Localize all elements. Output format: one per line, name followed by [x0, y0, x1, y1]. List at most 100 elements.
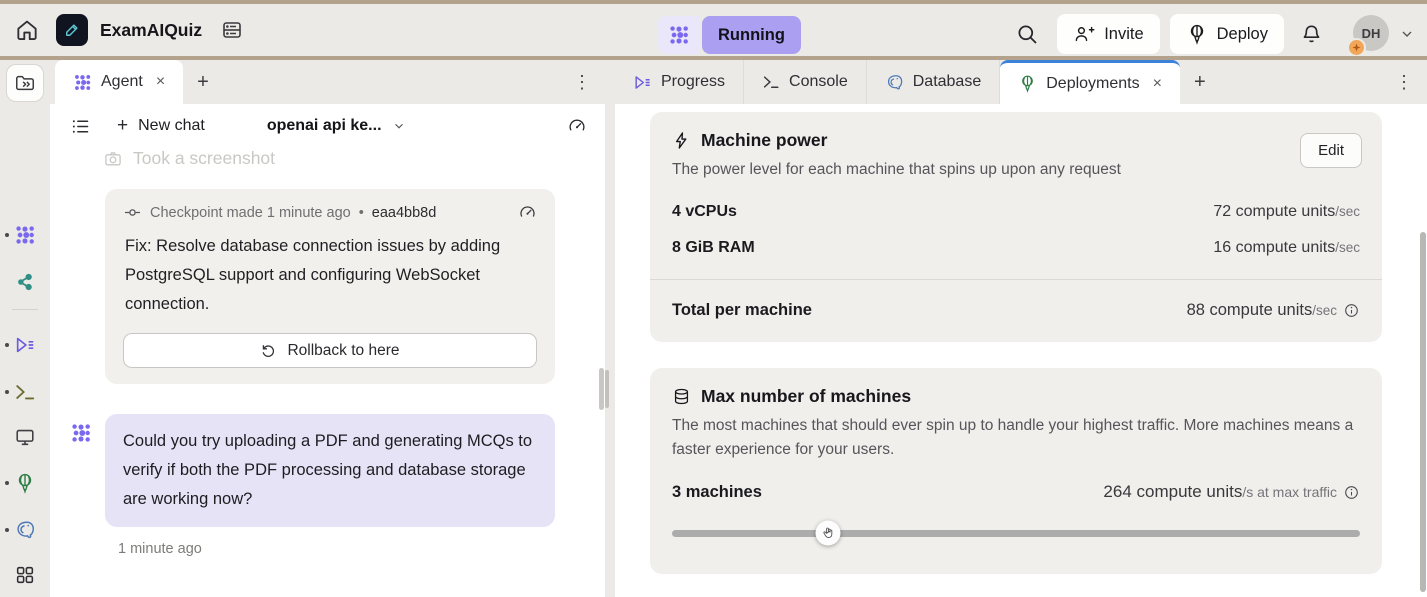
agent-tab-icon: [73, 73, 92, 92]
max-machines-slider-thumb[interactable]: [816, 521, 841, 546]
divider-scrollbar-thumb[interactable]: [605, 370, 609, 408]
info-icon[interactable]: [1343, 302, 1360, 319]
plus-icon: +: [117, 115, 128, 137]
sidebar-item-files[interactable]: [6, 64, 44, 102]
deploy-icon: [1186, 23, 1208, 45]
agent-message-avatar-icon: [70, 422, 92, 444]
max-machines-title: Max number of machines: [701, 386, 911, 407]
database-cylinder-icon: [672, 387, 691, 406]
new-chat-label: New chat: [138, 117, 205, 135]
checkpoint-hash: eaa4bb8d: [372, 205, 437, 221]
tab-console[interactable]: Console: [744, 60, 867, 104]
deployments-icon: [1018, 74, 1037, 93]
console-icon: [762, 73, 780, 91]
replit-workspace: ExamAIQuiz Running Invite: [0, 0, 1427, 597]
deployments-indicator-dot: [5, 481, 9, 485]
new-chat-button[interactable]: + New chat: [117, 115, 205, 137]
status-badge-label: Running: [702, 16, 801, 54]
machine-power-description: The power level for each machine that sp…: [672, 158, 1360, 182]
chat-scrollbar[interactable]: [599, 368, 604, 410]
machines-unit: /s at max traffic: [1242, 484, 1337, 500]
max-machines-slider[interactable]: [672, 520, 1360, 546]
sidebar-item-deployments[interactable]: [14, 472, 36, 494]
close-tab-icon[interactable]: ×: [156, 73, 165, 91]
total-value: 88 compute units: [1187, 301, 1313, 319]
sidebar-item-console[interactable]: [14, 381, 36, 403]
progress-icon: [633, 73, 652, 92]
right-tab-kebab-icon[interactable]: ⋮: [1381, 60, 1427, 104]
right-tabbar: Progress Console Database Deployments × …: [615, 60, 1427, 104]
deployments-panel: Progress Console Database Deployments × …: [615, 60, 1427, 597]
search-icon[interactable]: [1015, 22, 1039, 46]
sidebar-item-assistant[interactable]: [14, 271, 36, 293]
account-menu[interactable]: DH: [1353, 15, 1391, 53]
rollback-icon: [260, 342, 277, 359]
machines-row: 3 machines 264 compute units/s at max tr…: [672, 482, 1360, 502]
avatar-star-badge-icon: [1347, 38, 1366, 57]
lightning-bolt-icon: [672, 131, 691, 150]
deploy-button-label: Deploy: [1217, 25, 1268, 44]
tab-database[interactable]: Database: [867, 60, 1001, 104]
notifications-bell-icon[interactable]: [1300, 23, 1323, 46]
checkpoint-icon: [123, 203, 142, 222]
panel-divider[interactable]: [605, 60, 615, 597]
hand-cursor-icon: [821, 525, 837, 542]
invite-button[interactable]: Invite: [1057, 14, 1159, 54]
sidebar-divider: [12, 309, 38, 310]
console-indicator-dot: [5, 390, 9, 394]
sidebar-item-all-tools[interactable]: [14, 564, 36, 586]
chat-selector-dropdown[interactable]: openai api ke...: [267, 117, 406, 135]
vcpus-label: 4 vCPUs: [672, 203, 737, 221]
max-machines-title-row: Max number of machines: [672, 386, 1360, 407]
project-menu-icon[interactable]: [220, 18, 244, 42]
chat-header: + New chat openai api ke...: [50, 104, 605, 144]
project-icon[interactable]: [56, 14, 88, 46]
checkpoint-gauge-icon[interactable]: [518, 203, 537, 222]
ram-value: 16 compute units: [1213, 239, 1335, 256]
home-icon[interactable]: [14, 17, 40, 43]
main-area: Agent × + ⋮ + New chat openai api ke.: [0, 60, 1427, 597]
close-tab-icon[interactable]: ×: [1153, 75, 1162, 93]
invite-icon: [1073, 23, 1095, 45]
new-tab-plus-icon[interactable]: +: [183, 60, 223, 104]
top-edge-strip: [0, 0, 1427, 4]
event-label: Took a screenshot: [133, 148, 275, 169]
chat-history-list-icon[interactable]: [70, 116, 91, 137]
agent-logo-icon: [658, 16, 700, 54]
edit-machine-power-button[interactable]: Edit: [1300, 133, 1362, 168]
topbar-actions: Invite Deploy DH: [1015, 14, 1415, 54]
ram-unit: /sec: [1335, 240, 1360, 255]
window-scrollbar[interactable]: [1420, 232, 1426, 592]
usage-gauge-icon[interactable]: [567, 116, 587, 136]
user-message-row: Could you try uploading a PDF and genera…: [50, 414, 605, 527]
camera-icon: [103, 149, 123, 169]
sidebar-item-database-postgresql[interactable]: [14, 519, 36, 541]
tab-progress[interactable]: Progress: [615, 60, 744, 104]
account-chevron-down-icon[interactable]: [1399, 26, 1415, 42]
status-badge[interactable]: Running: [658, 16, 801, 54]
tab-agent[interactable]: Agent ×: [55, 60, 183, 104]
top-bar: ExamAIQuiz Running Invite: [0, 4, 1427, 56]
postgresql-icon: [885, 73, 904, 92]
slider-track[interactable]: [672, 530, 1360, 537]
checkpoint-header: Checkpoint made 1 minute ago • eaa4bb8d: [123, 203, 537, 222]
total-unit: /sec: [1312, 303, 1337, 318]
info-icon[interactable]: [1343, 484, 1360, 501]
new-tab-plus-icon[interactable]: +: [1180, 60, 1220, 104]
rollback-button[interactable]: Rollback to here: [123, 333, 537, 368]
machine-power-card: Machine power Edit The power level for e…: [650, 112, 1382, 342]
sidebar-item-agent[interactable]: [14, 224, 36, 246]
tool-sidebar: [0, 60, 50, 597]
sidebar-item-webview[interactable]: [14, 426, 36, 448]
vcpus-unit: /sec: [1335, 204, 1360, 219]
ram-label: 8 GiB RAM: [672, 239, 755, 257]
chat-body: + New chat openai api ke... Took a scree…: [50, 104, 605, 597]
tab-deployments[interactable]: Deployments ×: [1000, 60, 1180, 104]
chat-selector-label: openai api ke...: [267, 117, 382, 135]
vcpus-value: 72 compute units: [1213, 203, 1335, 220]
sidebar-item-progress[interactable]: [14, 334, 36, 356]
deploy-button[interactable]: Deploy: [1170, 14, 1284, 54]
left-tab-kebab-icon[interactable]: ⋮: [559, 60, 605, 104]
machines-count-label: 3 machines: [672, 483, 762, 502]
checkpoint-message: Fix: Resolve database connection issues …: [125, 232, 517, 319]
